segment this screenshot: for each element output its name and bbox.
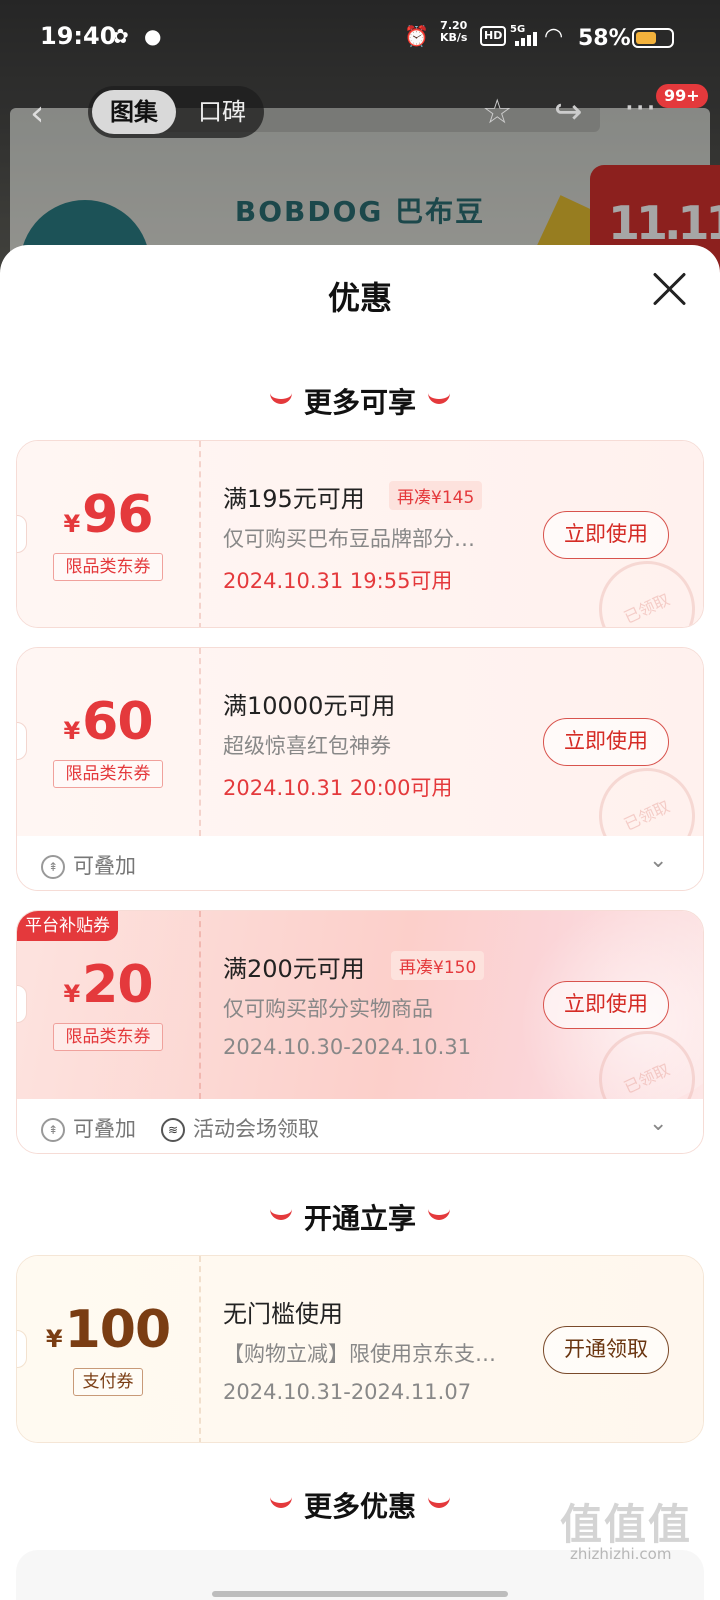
watermark-url: zhizhizhi.com <box>570 1545 672 1563</box>
more-icon[interactable]: ··· <box>624 88 656 128</box>
wechat-icon: ✿ <box>112 24 129 48</box>
coupon-type-tag: 限品类东券 <box>53 553 163 581</box>
coupon-body: 已领取 ¥60 限品类东券 满10000元可用 超级惊喜红包神券 2024.10… <box>17 648 703 880</box>
coupon-description: 仅可购买部分实物商品 <box>223 997 433 1021</box>
message-badge: 99+ <box>656 84 708 108</box>
smile-decoration-icon <box>269 1497 292 1508</box>
coupon-card[interactable]: 已领取 ¥96 限品类东券 满195元可用 再凑¥145 仅可购买巴布豆品牌部分… <box>16 440 704 628</box>
coupon-date: 2024.10.31-2024.11.07 <box>223 1380 472 1404</box>
coupon-footer: ⇞ 可叠加 ⌄ <box>17 836 703 890</box>
coupon-amount: ¥60 <box>63 692 153 752</box>
chevron-down-icon[interactable]: ⌄ <box>649 1111 667 1136</box>
platform-subsidy-tag: 平台补贴券 <box>17 911 118 941</box>
coupon-type-tag: 支付券 <box>73 1368 143 1396</box>
venue-icon: ≋ <box>161 1118 185 1142</box>
coupon-amount: ¥100 <box>45 1300 171 1360</box>
chevron-down-icon[interactable]: ⌄ <box>649 848 667 873</box>
coupon-date: 2024.10.31 20:00可用 <box>223 776 453 800</box>
coupon-remaining-badge: 再凑¥150 <box>391 951 485 980</box>
status-bar: 19:40 ✿ ● ⏰ 7.20 KB/s HD 5G ◠ 58% <box>0 0 720 74</box>
share-icon[interactable]: ↪ <box>554 92 583 132</box>
smile-decoration-icon <box>428 393 450 404</box>
wifi-icon: ◠ <box>544 24 564 49</box>
sheet-title: 优惠 <box>327 279 392 317</box>
coupon-description: 超级惊喜红包神券 <box>223 734 391 758</box>
close-icon[interactable] <box>650 269 690 309</box>
section-more-available: 更多可享 <box>0 381 720 421</box>
media-tab-switch: 图集 口碑 <box>88 86 264 138</box>
smile-decoration-icon <box>428 1209 450 1220</box>
coupon-condition: 满195元可用 <box>223 485 365 513</box>
watermark-logo: 值值值 <box>560 1500 693 1549</box>
coupon-card[interactable]: 已领取 平台补贴券 ¥20 限品类东券 满200元可用 再凑¥150 仅可购买部… <box>16 910 704 1154</box>
coupon-description: 【购物立减】限使用京东支… <box>223 1342 496 1366</box>
coupon-description: 仅可购买巴布豆品牌部分… <box>223 527 475 551</box>
coupon-card[interactable]: 已领取 ¥60 限品类东券 满10000元可用 超级惊喜红包神券 2024.10… <box>16 647 704 891</box>
coupon-footer: ⇞ 可叠加 ≋ 活动会场领取 ⌄ <box>17 1099 703 1153</box>
alarm-icon: ⏰ <box>404 24 429 48</box>
use-now-button[interactable]: 立即使用 <box>543 511 669 559</box>
net-speed: 7.20 KB/s <box>440 19 468 44</box>
coupon-body: 已领取 平台补贴券 ¥20 限品类东券 满200元可用 再凑¥150 仅可购买部… <box>17 911 703 1143</box>
coupon-amount: ¥20 <box>63 955 153 1015</box>
coupon-date: 2024.10.31 19:55可用 <box>223 569 453 593</box>
star-icon[interactable]: ☆ <box>482 92 512 132</box>
coupon-type-tag: 限品类东券 <box>53 1023 163 1051</box>
coupon-condition: 满10000元可用 <box>223 692 396 720</box>
coupon-condition: 无门槛使用 <box>223 1300 343 1328</box>
coupon-amount: ¥96 <box>63 485 153 545</box>
coupon-card[interactable]: ¥100 支付券 无门槛使用 【购物立减】限使用京东支… 2024.10.31-… <box>16 1255 704 1443</box>
offers-sheet: 优惠 更多可享 已领取 ¥96 限品类东券 满195元可用 再凑¥145 仅可购… <box>0 245 720 1600</box>
coupon-body: 已领取 ¥96 限品类东券 满195元可用 再凑¥145 仅可购买巴布豆品牌部分… <box>17 441 703 627</box>
smile-decoration-icon <box>269 1209 292 1220</box>
stackable-label: ⇞ 可叠加 <box>41 850 136 880</box>
section-open-enjoy: 开通立享 <box>0 1197 720 1237</box>
battery-percent: 58% <box>578 26 631 51</box>
signal-icon <box>515 32 539 46</box>
coupon-remaining-badge: 再凑¥145 <box>389 481 483 510</box>
status-time: 19:40 <box>40 22 117 50</box>
event-venue-label: ≋ 活动会场领取 <box>161 1113 319 1143</box>
coupon-type-tag: 限品类东券 <box>53 760 163 788</box>
use-now-button[interactable]: 立即使用 <box>543 981 669 1029</box>
home-indicator[interactable] <box>212 1591 508 1597</box>
tab-gallery[interactable]: 图集 <box>92 90 176 134</box>
tab-reviews[interactable]: 口碑 <box>186 90 258 134</box>
stackable-label: ⇞ 可叠加 <box>41 1113 136 1143</box>
open-claim-button[interactable]: 开通领取 <box>543 1326 669 1374</box>
coupon-body: ¥100 支付券 无门槛使用 【购物立减】限使用京东支… 2024.10.31-… <box>17 1256 703 1442</box>
smile-decoration-icon <box>269 393 292 404</box>
hd-badge: HD <box>480 26 507 46</box>
battery-icon <box>632 28 674 48</box>
coupon-condition: 满200元可用 <box>223 955 365 983</box>
use-now-button[interactable]: 立即使用 <box>543 718 669 766</box>
chat-bubble-icon: ● <box>144 24 162 48</box>
back-icon[interactable]: ‹ <box>30 96 70 136</box>
stack-icon: ⇞ <box>41 1118 65 1142</box>
smile-decoration-icon <box>428 1497 450 1508</box>
coupon-date: 2024.10.30-2024.10.31 <box>223 1035 472 1059</box>
stack-icon: ⇞ <box>41 855 65 879</box>
